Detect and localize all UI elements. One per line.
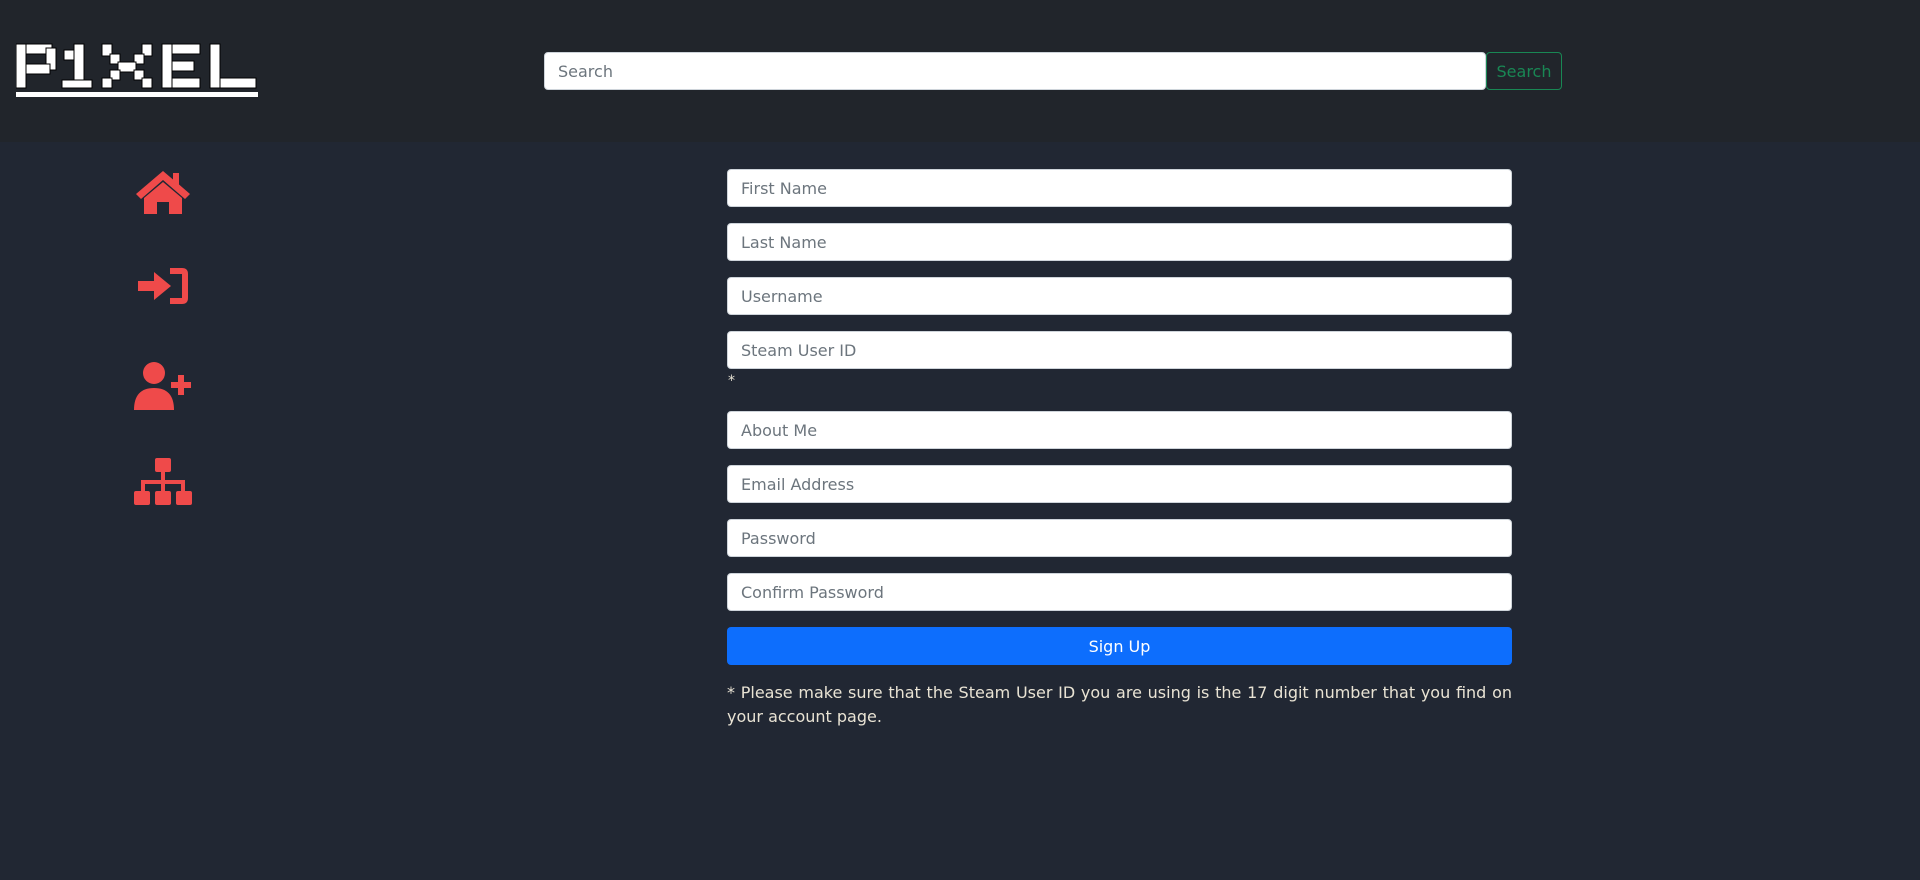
steam-id-note: * Please make sure that the Steam User I… [727, 683, 1512, 726]
last-name-field[interactable] [727, 223, 1512, 261]
password-field[interactable] [727, 519, 1512, 557]
steam-user-id-field[interactable] [727, 331, 1512, 369]
sign-in-icon [138, 268, 188, 304]
user-plus-icon [134, 362, 191, 410]
about-me-field[interactable] [727, 411, 1512, 449]
sidebar-nav [128, 168, 198, 552]
home-icon [136, 171, 190, 214]
confirm-password-field[interactable] [727, 573, 1512, 611]
search-button[interactable]: Search [1486, 52, 1562, 90]
search-input[interactable] [544, 52, 1486, 90]
logo-image [15, 43, 258, 97]
sidebar-item-home[interactable] [128, 168, 198, 264]
steam-id-asterisk: * [728, 373, 735, 389]
sitemap-icon [134, 458, 192, 505]
search-form: Search [544, 52, 1562, 90]
sign-up-button[interactable]: Sign Up [727, 627, 1512, 665]
username-field[interactable] [727, 277, 1512, 315]
sidebar-item-login[interactable] [128, 264, 198, 360]
first-name-field[interactable] [727, 169, 1512, 207]
brand-logo[interactable] [15, 40, 260, 100]
sidebar-item-sitemap[interactable] [128, 456, 198, 552]
top-navbar: Search [0, 0, 1920, 142]
sidebar-item-register[interactable] [128, 360, 198, 456]
email-field[interactable] [727, 465, 1512, 503]
signup-form: * Sign Up * Please make sure that the St… [727, 169, 1512, 745]
